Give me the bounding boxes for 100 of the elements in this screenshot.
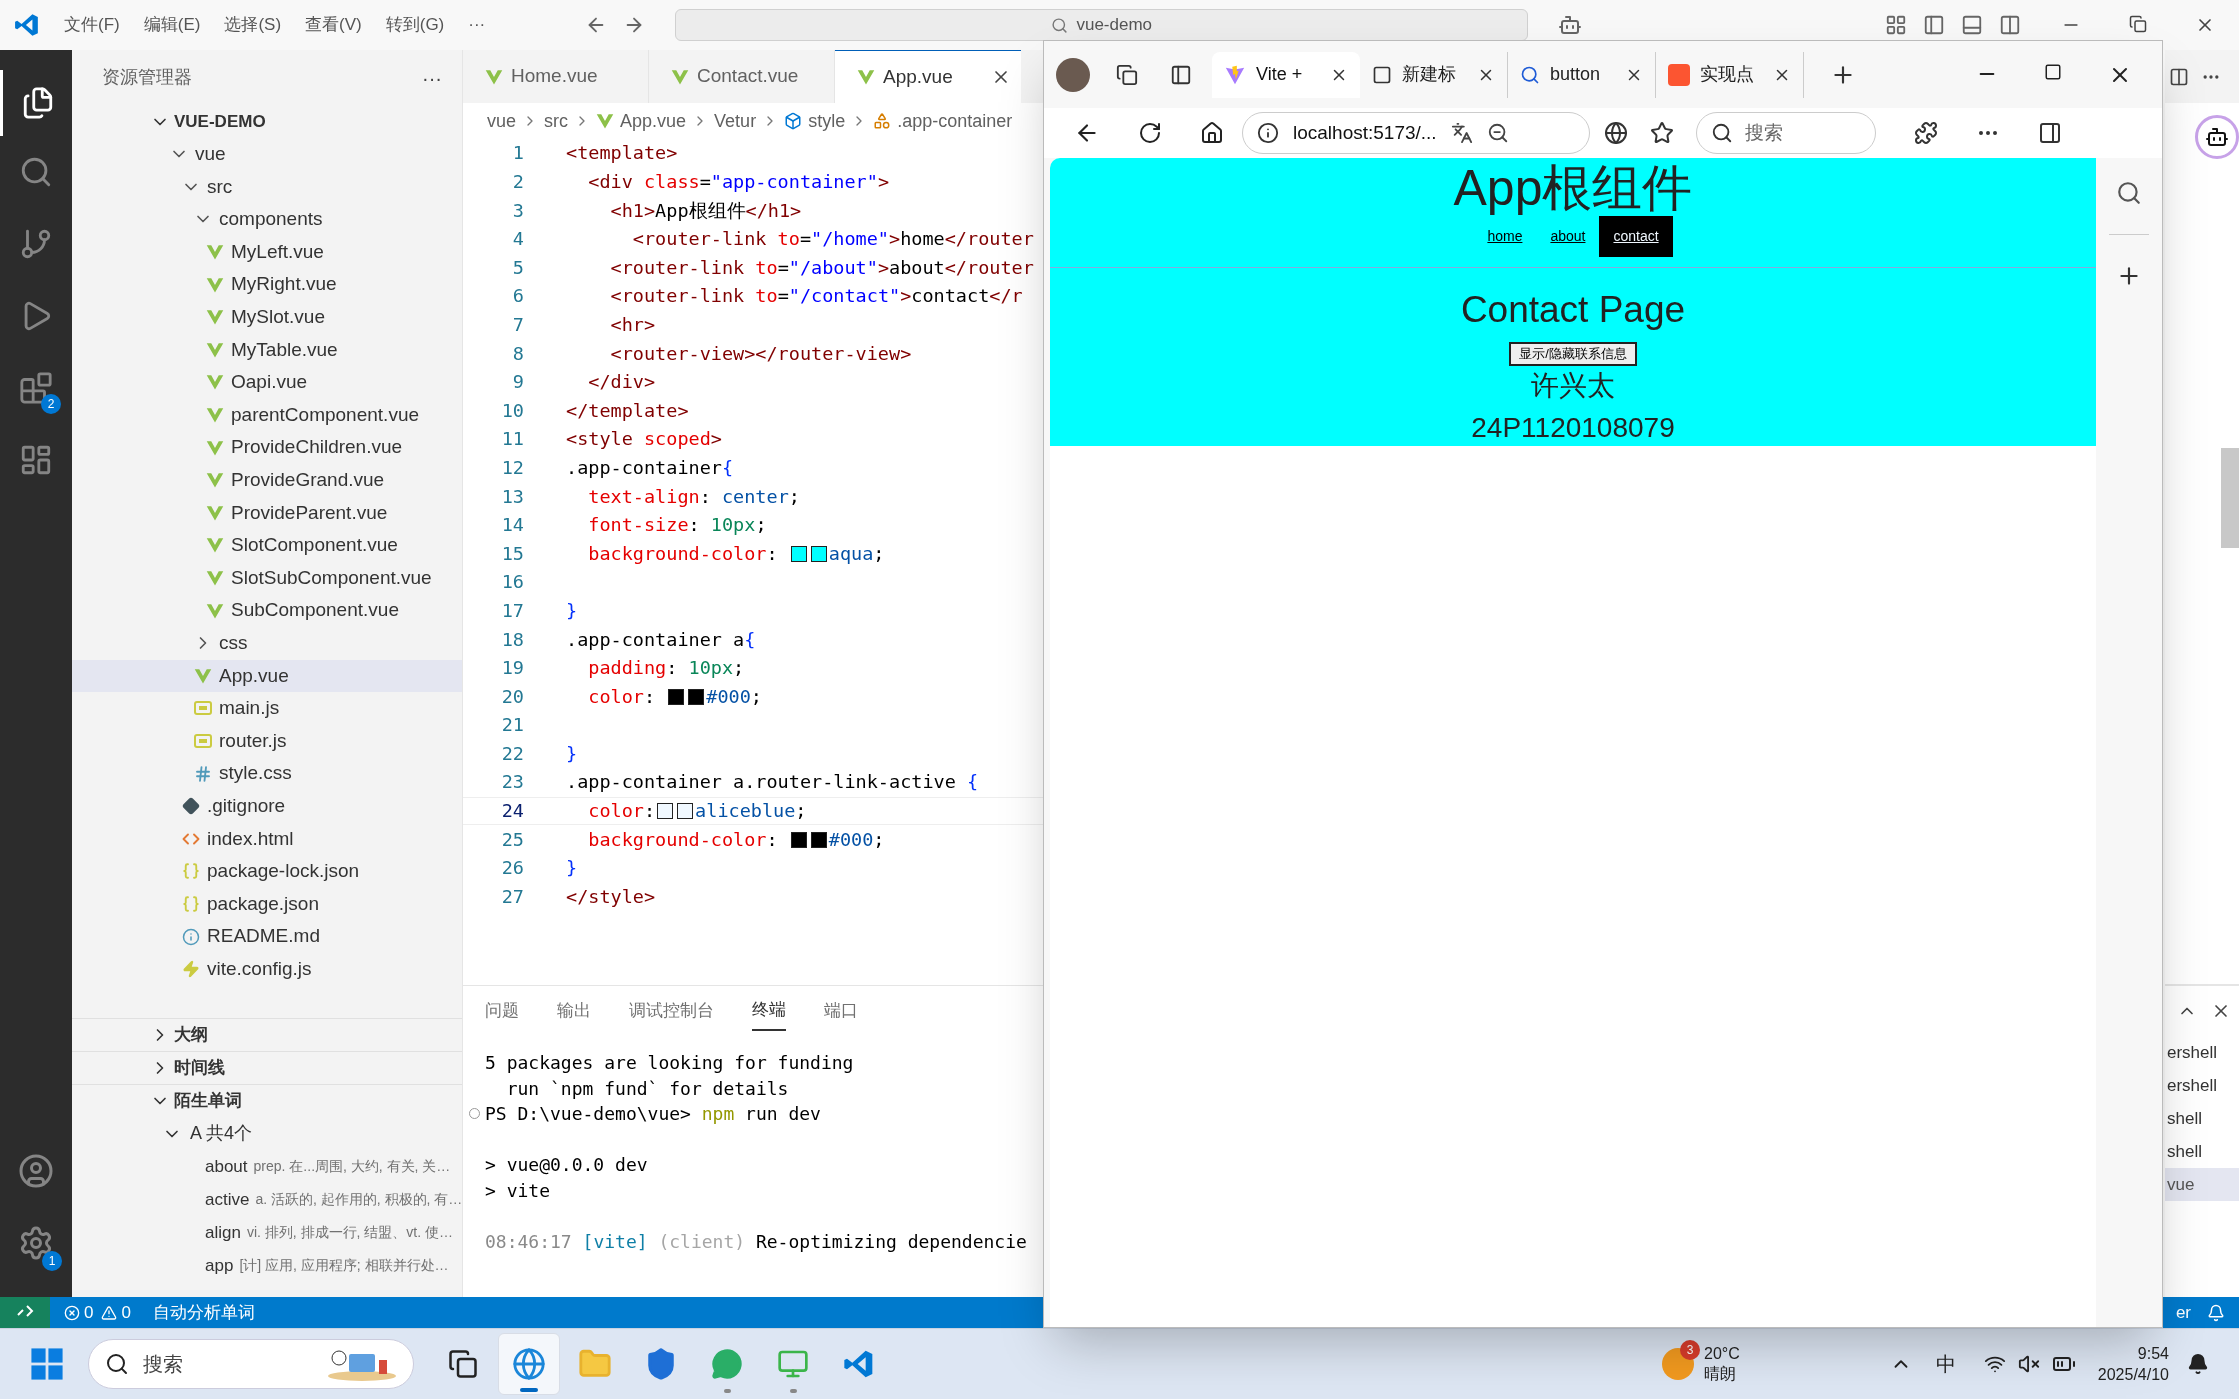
avatar-icon[interactable]: [1056, 57, 1090, 92]
toggle-button[interactable]: 显示/隐藏联系信息: [1509, 342, 1637, 366]
nav-link[interactable]: about: [1536, 216, 1600, 257]
restore-icon[interactable]: [2129, 15, 2147, 33]
menu-item[interactable]: 文件(F): [64, 12, 120, 38]
workspaces-icon[interactable]: [1116, 63, 1138, 86]
editor-tab[interactable]: Home.vue: [463, 50, 649, 103]
browser-tab[interactable]: Vite +: [1212, 51, 1360, 98]
tree-item[interactable]: App.vue: [72, 659, 462, 693]
sidebar-toggle-icon[interactable]: [2038, 121, 2062, 145]
account-icon[interactable]: [18, 1153, 54, 1189]
more-button[interactable]: ···: [422, 62, 442, 93]
panel-tab[interactable]: 终端: [752, 991, 786, 1031]
tree-item[interactable]: README.md: [72, 920, 462, 953]
terminal-item[interactable]: shell: [2165, 1102, 2239, 1135]
breadcrumb-item[interactable]: Vetur: [714, 107, 757, 135]
tree-item[interactable]: .gitignore: [72, 789, 462, 823]
problems-indicator[interactable]: 0 0: [64, 1299, 131, 1326]
tree-item[interactable]: css: [72, 626, 462, 660]
tree-item[interactable]: router.js: [72, 724, 462, 758]
tree-item[interactable]: MyTable.vue: [72, 333, 462, 367]
search-field[interactable]: vue-demo: [675, 9, 1529, 41]
tree-item[interactable]: A 共4个: [72, 1117, 462, 1150]
tree-item[interactable]: vite.config.js: [72, 952, 462, 986]
tree-item[interactable]: MyLeft.vue: [72, 235, 462, 269]
word-label[interactable]: align: [205, 1219, 241, 1246]
search-field[interactable]: 搜索: [88, 1339, 414, 1389]
maximize-icon[interactable]: [2044, 62, 2062, 81]
word-label[interactable]: about: [205, 1153, 248, 1180]
panel-tab[interactable]: 输出: [557, 992, 591, 1030]
tree-item[interactable]: ProvideParent.vue: [72, 496, 462, 530]
breadcrumb-item[interactable]: .app-container: [897, 107, 1013, 135]
reload-icon[interactable]: [1138, 121, 1162, 145]
tree-item[interactable]: package-lock.json: [72, 855, 462, 888]
tree-item[interactable]: parentComponent.vue: [72, 398, 462, 432]
menu-item[interactable]: ···: [468, 12, 486, 38]
section-header[interactable]: 时间线: [72, 1051, 462, 1084]
browser-tab[interactable]: 新建标: [1360, 51, 1508, 98]
line-number: 4: [511, 227, 524, 252]
remote-button[interactable]: [0, 1297, 50, 1328]
browser-tab[interactable]: 实现点: [1656, 51, 1804, 98]
browser-tab[interactable]: button: [1508, 51, 1656, 98]
tree-item[interactable]: SlotComponent.vue: [72, 529, 462, 562]
breadcrumb-item[interactable]: vue: [487, 107, 517, 135]
tree-item[interactable]: package.json: [72, 887, 462, 921]
breadcrumb-item[interactable]: src: [544, 107, 569, 135]
split-icon[interactable]: [1999, 14, 2021, 36]
menu-item[interactable]: 查看(V): [305, 12, 362, 38]
tree-header[interactable]: VUE-DEMO: [72, 105, 462, 138]
tree-item[interactable]: vue: [72, 138, 462, 171]
panel-tab[interactable]: 调试控制台: [629, 992, 714, 1030]
nav-link[interactable]: home: [1473, 216, 1537, 257]
tree-item[interactable]: SubComponent.vue: [72, 594, 462, 627]
tree-item[interactable]: ProvideGrand.vue: [72, 463, 462, 497]
tree-item[interactable]: style.css: [72, 757, 462, 790]
home-icon[interactable]: [1200, 121, 1224, 145]
extensions-icon[interactable]: [1914, 121, 1938, 145]
breadcrumb-item[interactable]: App.vue: [620, 107, 687, 135]
clock[interactable]: 9:54 2025/4/10: [2097, 1343, 2169, 1385]
tree-item[interactable]: SlotSubComponent.vue: [72, 561, 462, 595]
terminal-line: PS D:\vue-demo\vue> npm run dev: [485, 1102, 821, 1127]
nav-link[interactable]: contact: [1599, 216, 1673, 257]
editor-tab[interactable]: App.vue: [835, 50, 1021, 103]
word-label[interactable]: active: [205, 1186, 250, 1213]
tree-item[interactable]: src: [72, 170, 462, 204]
tree-item[interactable]: main.js: [72, 692, 462, 725]
tree-item[interactable]: MySlot.vue: [72, 300, 462, 334]
word-label[interactable]: app: [205, 1252, 234, 1279]
terminal-item[interactable]: shell: [2165, 1135, 2239, 1168]
panel-tab[interactable]: 问题: [485, 992, 519, 1030]
section-header[interactable]: 大纲: [72, 1018, 462, 1051]
tree-item[interactable]: ProvideChildren.vue: [72, 431, 462, 464]
terminal-item[interactable]: vue: [2165, 1168, 2239, 1201]
input-method-indicator[interactable]: 中: [1935, 1349, 1956, 1379]
section-header[interactable]: 陌生单词: [72, 1084, 462, 1117]
layout-icon[interactable]: [1885, 14, 1907, 36]
menu-item[interactable]: 编辑(E): [143, 12, 201, 38]
search-icon[interactable]: [19, 155, 53, 189]
tree-item[interactable]: MyRight.vue: [72, 268, 462, 301]
tab-actions-icon[interactable]: [1170, 63, 1192, 86]
breadcrumb-item[interactable]: style: [808, 107, 846, 135]
panel-toggle-icon[interactable]: [1961, 14, 1983, 36]
search-icon[interactable]: [2116, 180, 2142, 206]
sidebar-toggle-icon[interactable]: [1923, 14, 1945, 36]
terminal-item[interactable]: ershell: [2165, 1036, 2239, 1069]
menu-item[interactable]: 选择(S): [224, 12, 282, 38]
browser-button[interactable]: [498, 1333, 560, 1395]
tree-item[interactable]: Oapi.vue: [72, 366, 462, 399]
favorite-icon[interactable]: [1650, 121, 1674, 145]
start-icon[interactable]: [30, 1347, 64, 1381]
menu-item[interactable]: 转到(G): [385, 12, 445, 38]
mute-icon[interactable]: [2017, 1353, 2040, 1375]
split-editor-icon[interactable]: [2169, 66, 2189, 87]
terminal-item[interactable]: ershell: [2165, 1069, 2239, 1102]
branch-icon[interactable]: [19, 227, 53, 261]
notification-icon[interactable]: [2187, 1353, 2209, 1375]
status-text[interactable]: 自动分析单词: [152, 1299, 255, 1326]
tree-item[interactable]: components: [72, 203, 462, 236]
tree-item[interactable]: index.html: [72, 822, 462, 856]
panel-tab[interactable]: 端口: [824, 992, 858, 1030]
